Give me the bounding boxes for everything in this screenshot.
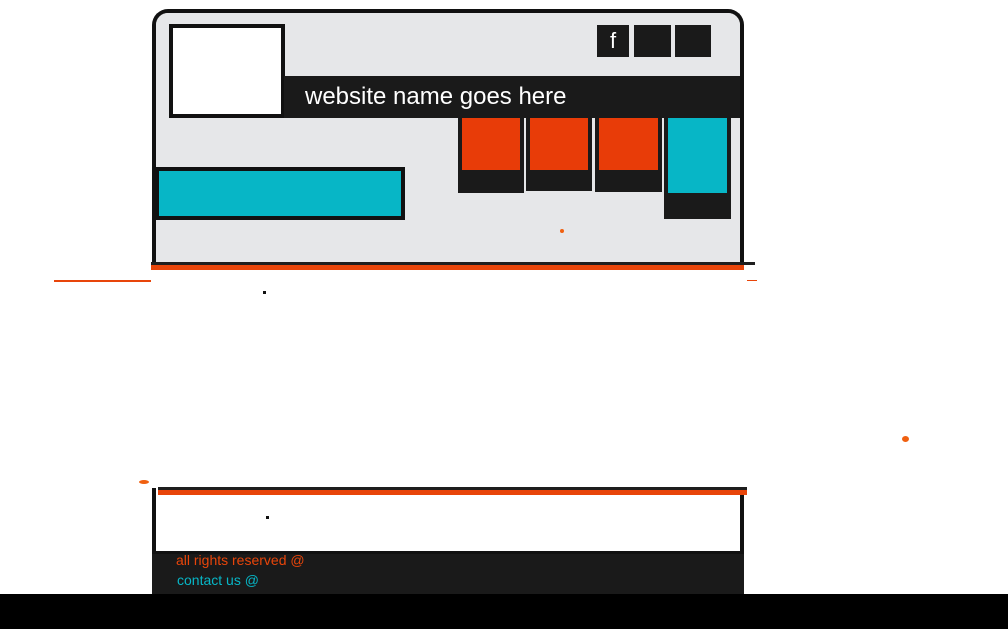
stray-mark	[902, 436, 909, 442]
content-divider-accent	[158, 490, 747, 495]
nav-tile[interactable]	[595, 118, 662, 192]
main-content	[151, 270, 747, 488]
nav-tile-fill	[530, 118, 588, 170]
footer-contact-link[interactable]: contact us @	[177, 572, 259, 588]
social-icon-placeholder[interactable]	[634, 25, 671, 57]
nav-tile-fill	[462, 118, 520, 170]
footer-rights-text: all rights reserved @	[176, 552, 305, 568]
nav-tile-active[interactable]	[664, 118, 731, 219]
nav-tile-fill	[668, 118, 727, 193]
nav-tile-fill	[599, 118, 658, 170]
stray-mark	[266, 516, 269, 519]
search-bar[interactable]	[155, 167, 405, 220]
bottom-strip	[0, 594, 1008, 629]
logo-placeholder[interactable]	[169, 24, 285, 118]
social-icon-placeholder[interactable]	[675, 25, 711, 57]
stray-mark	[263, 291, 266, 294]
nav-tile[interactable]	[458, 118, 524, 193]
nav-tile[interactable]	[526, 118, 592, 191]
facebook-icon[interactable]: f	[597, 25, 629, 57]
site-title: website name goes here	[284, 76, 740, 118]
divider-stray-line	[54, 280, 152, 282]
stray-mark	[139, 480, 149, 484]
stray-mark	[560, 229, 564, 233]
